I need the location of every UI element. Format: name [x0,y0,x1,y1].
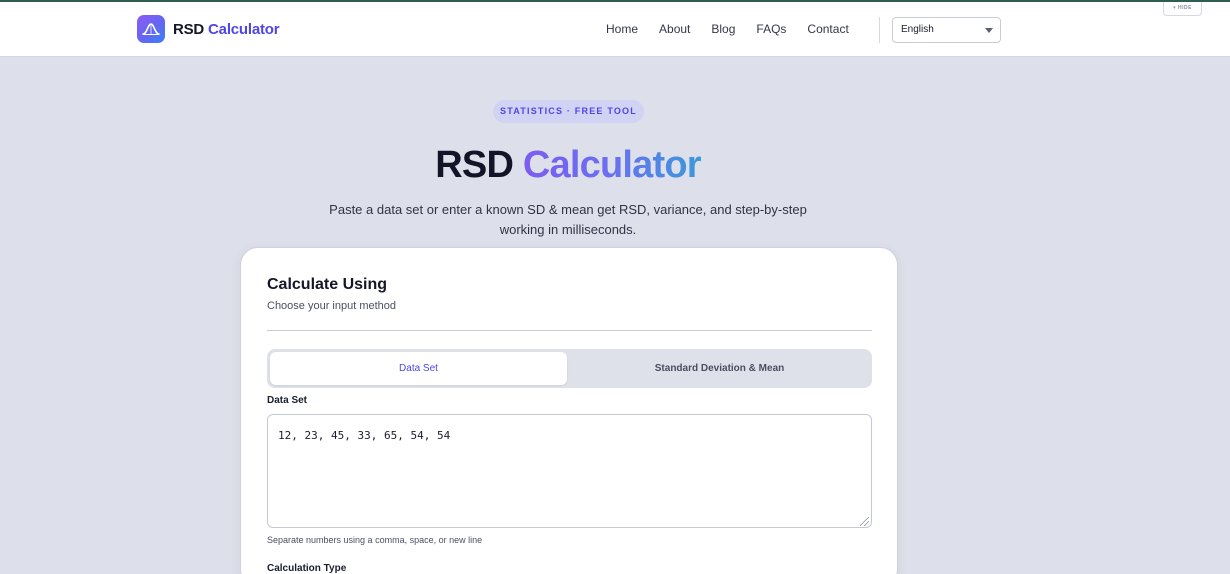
calculator-card: Calculate Using Choose your input method… [240,247,898,574]
brand-name: RSD Calculator [173,20,280,38]
resize-grip-icon[interactable] [860,517,869,526]
brand[interactable]: RSD Calculator [137,15,280,43]
nav-contact[interactable]: Contact [807,22,848,36]
language-value: English [901,24,934,35]
input-method-tabs: Data Set Standard Deviation & Mean [267,349,872,388]
main-nav: Home About Blog FAQs Contact [606,22,870,36]
page-title-calculator: Calculator [522,144,702,186]
card-subtitle: Choose your input method [267,300,397,312]
brand-rsd: RSD [173,20,205,38]
nav-blog[interactable]: Blog [711,22,735,36]
data-set-hint: Separate numbers using a comma, space, o… [267,535,483,545]
card-title: Calculate Using [267,276,388,293]
nav-about[interactable]: About [659,22,690,36]
page-subtitle: Paste a data set or enter a known SD & m… [329,202,807,237]
category-pill: STATISTICS · FREE TOOL [493,100,644,123]
chevron-down-icon [985,28,993,33]
nav-home[interactable]: Home [606,22,638,36]
navbar: RSD Calculator Home About Blog FAQs Cont… [0,2,1230,57]
calculation-type-label: Calculation Type [267,563,347,574]
page-title-rsd: RSD [435,144,514,186]
bell-curve-icon [137,15,165,43]
data-set-label: Data Set [267,395,308,406]
nav-faqs[interactable]: FAQs [756,22,786,36]
nav-divider [879,17,880,43]
brand-calculator: Calculator [208,20,280,38]
language-select[interactable]: English [892,17,1001,43]
card-divider [267,330,872,331]
page-title: RSD Calculator [0,144,1136,187]
tab-sd-mean[interactable]: Standard Deviation & Mean [570,352,869,385]
tab-data-set[interactable]: Data Set [270,352,567,385]
hide-button[interactable]: ▾ HIDE [1163,2,1202,16]
data-set-input[interactable]: 12, 23, 45, 33, 65, 54, 54 [267,414,872,528]
